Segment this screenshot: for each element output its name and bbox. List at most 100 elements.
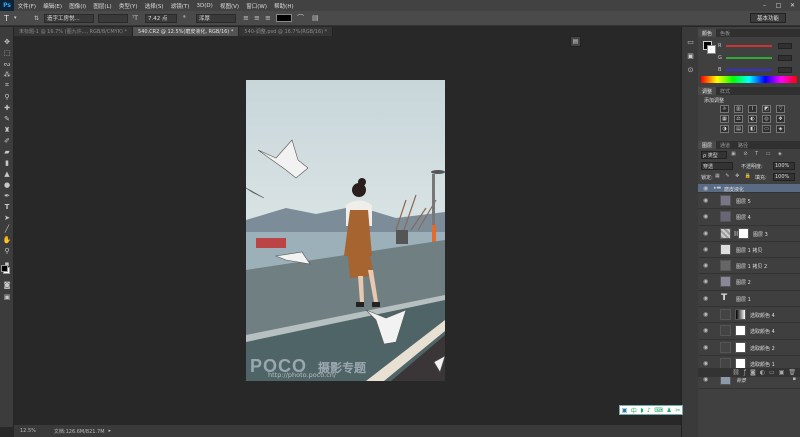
levels-icon[interactable]: ▥ xyxy=(734,105,743,113)
visibility-eye-icon[interactable]: ◉ xyxy=(703,360,708,367)
visibility-eye-icon[interactable]: ◉ xyxy=(703,262,708,269)
tab-untitled-1[interactable]: 未标题-1 @ 16.7% (图九许..., RGB/8/CMYK) * xyxy=(14,27,134,36)
menu-image[interactable]: 图像(I) xyxy=(66,2,90,10)
menu-edit[interactable]: 编辑(E) xyxy=(40,2,66,10)
layer-row[interactable]: ◉ 选取颜色 4 xyxy=(698,307,800,324)
invert-icon[interactable]: ◑ xyxy=(720,125,729,133)
quick-select-tool-icon[interactable]: ⁂ xyxy=(2,70,12,79)
new-group-icon[interactable]: ▭ xyxy=(769,369,775,376)
menu-filter[interactable]: 滤镜(T) xyxy=(167,2,193,10)
tab-channels[interactable]: 通道 xyxy=(716,141,734,149)
history-panel-icon[interactable]: ▭ xyxy=(686,37,695,46)
layer-row[interactable]: ◉ T 图层 1 xyxy=(698,291,800,308)
tool-presets-icon[interactable]: ▤ xyxy=(570,36,581,47)
brightness-contrast-icon[interactable]: ☼ xyxy=(720,105,729,113)
font-style-select[interactable] xyxy=(98,13,128,23)
move-tool-icon[interactable]: ✥ xyxy=(2,37,12,46)
ime-mic-icon[interactable]: ♪ xyxy=(647,407,651,414)
clone-stamp-tool-icon[interactable]: ♜ xyxy=(2,125,12,134)
layer-row[interactable]: ◉ 选取颜色 2 xyxy=(698,340,800,356)
layer-row[interactable]: ◉ 图层 1 拷贝 xyxy=(698,242,800,259)
green-slider[interactable]: G xyxy=(718,55,792,61)
menu-select[interactable]: 选择(S) xyxy=(141,2,167,10)
line-tool-icon[interactable]: ╱ xyxy=(2,224,12,233)
visibility-eye-icon[interactable]: ◉ xyxy=(703,213,708,220)
tab-layers[interactable]: 图层 xyxy=(698,141,717,149)
ime-skin-icon[interactable]: ♟ xyxy=(666,407,671,414)
visibility-eye-icon[interactable]: ◉ xyxy=(703,197,708,204)
pen-tool-icon[interactable]: ✒ xyxy=(2,191,12,200)
minimize-icon[interactable]: – xyxy=(758,0,771,11)
filter-icons[interactable]: ▣ ⊘ T ▭ ◈ xyxy=(731,151,785,157)
character-panel-icon[interactable]: ▤ xyxy=(312,13,319,23)
exposure-icon[interactable]: ◩ xyxy=(762,105,771,113)
layer-row[interactable]: ◉ ⛓ 图层 3 xyxy=(698,226,800,242)
align-center-icon[interactable]: ≡ xyxy=(254,13,260,23)
fx-icon[interactable]: ƒ xyxy=(744,369,746,376)
menu-view[interactable]: 视图(V) xyxy=(216,2,242,10)
color-spectrum-bar[interactable] xyxy=(701,76,797,83)
antialias-select[interactable]: 浑厚 xyxy=(196,13,236,23)
visibility-eye-icon[interactable]: ◉ xyxy=(703,344,708,351)
font-family-select[interactable]: 造字工房悦... xyxy=(44,13,94,23)
maximize-icon[interactable]: □ xyxy=(772,0,785,11)
healing-brush-tool-icon[interactable]: ✚ xyxy=(2,103,12,112)
ime-punct-icon[interactable]: ◗ xyxy=(640,407,643,414)
hue-saturation-icon[interactable]: ▦ xyxy=(720,115,729,123)
layer-kind-select[interactable]: ρ 类型 xyxy=(701,151,727,159)
visibility-eye-icon[interactable]: ◉ xyxy=(703,230,708,237)
layer-group[interactable]: ◉ ▸▬ 磨皮液化 xyxy=(698,184,800,193)
workspace-switcher[interactable]: 基本功能 xyxy=(750,13,786,23)
tool-preset-dropdown-icon[interactable]: ▾ xyxy=(14,13,17,23)
fill-value[interactable]: 100% xyxy=(773,173,795,181)
type-tool-icon[interactable]: T xyxy=(2,202,12,211)
brush-tool-icon[interactable]: ✎ xyxy=(2,114,12,123)
align-right-icon[interactable]: ≡ xyxy=(265,13,271,23)
ime-tools-icon[interactable]: ✂ xyxy=(675,407,680,414)
zoom-level[interactable]: 12.5% xyxy=(20,428,36,434)
tab-styles[interactable]: 样式 xyxy=(716,87,734,95)
channel-mixer-icon[interactable]: ❖ xyxy=(776,115,785,123)
layer-row[interactable]: ◉ 图层 5 xyxy=(698,193,800,210)
foreground-color-swatch[interactable] xyxy=(1,265,8,272)
blue-slider[interactable]: B xyxy=(718,67,792,73)
menu-file[interactable]: 文件(F) xyxy=(14,2,40,10)
visibility-eye-icon[interactable]: ◉ xyxy=(703,295,708,302)
history-brush-tool-icon[interactable]: ✐ xyxy=(2,136,12,145)
blur-tool-icon[interactable]: ▲ xyxy=(2,169,12,178)
warp-text-icon[interactable]: ⌒ xyxy=(297,13,304,23)
tab-color[interactable]: 颜色 xyxy=(698,29,717,37)
eraser-tool-icon[interactable]: ▰ xyxy=(2,147,12,156)
menu-type[interactable]: 类型(Y) xyxy=(115,2,141,10)
visibility-eye-icon[interactable]: ◉ xyxy=(703,185,708,192)
marquee-tool-icon[interactable]: ⬚ xyxy=(2,48,12,57)
tab-540-psd[interactable]: 540-调整.psd @ 16.7%(RGB/16) * xyxy=(239,27,334,36)
text-orientation-icon[interactable]: ⇅ xyxy=(34,13,39,23)
menu-3d[interactable]: 3D(D) xyxy=(193,3,216,9)
menu-layer[interactable]: 图层(L) xyxy=(90,2,116,10)
link-layers-icon[interactable]: ⛓ xyxy=(732,369,740,376)
color-balance-icon[interactable]: ⚖ xyxy=(734,115,743,123)
vibrance-icon[interactable]: ▽ xyxy=(776,105,785,113)
document-photo[interactable]: POCO 摄影专题 http://photo.poco.cn/ xyxy=(246,80,445,381)
dodge-tool-icon[interactable]: ● xyxy=(2,180,12,189)
path-select-tool-icon[interactable]: ➤ xyxy=(2,213,12,222)
text-color-swatch[interactable] xyxy=(276,14,292,22)
ime-keyboard-icon[interactable]: ⌨ xyxy=(654,407,663,414)
blend-mode-select[interactable]: 穿透 xyxy=(701,162,733,170)
threshold-icon[interactable]: ◧ xyxy=(748,125,757,133)
crop-tool-icon[interactable]: ⌗ xyxy=(2,81,12,90)
selective-color-icon[interactable]: ◈ xyxy=(776,125,785,133)
layer-row[interactable]: ◉ 图层 1 拷贝 2 xyxy=(698,258,800,275)
layer-row[interactable]: ◉ 图层 4 xyxy=(698,209,800,226)
layer-row[interactable]: ◉ 图层 2 xyxy=(698,274,800,291)
visibility-eye-icon[interactable]: ◉ xyxy=(703,311,708,318)
black-white-icon[interactable]: ◐ xyxy=(748,115,757,123)
properties-panel-icon[interactable]: ▣ xyxy=(686,51,695,60)
photo-filter-icon[interactable]: ◎ xyxy=(762,115,771,123)
screen-mode-icon[interactable]: ▣ xyxy=(2,292,12,301)
opacity-value[interactable]: 100% xyxy=(773,162,795,170)
visibility-eye-icon[interactable]: ◉ xyxy=(703,327,708,334)
visibility-eye-icon[interactable]: ◉ xyxy=(703,278,708,285)
new-layer-icon[interactable]: ▣ xyxy=(779,369,785,376)
